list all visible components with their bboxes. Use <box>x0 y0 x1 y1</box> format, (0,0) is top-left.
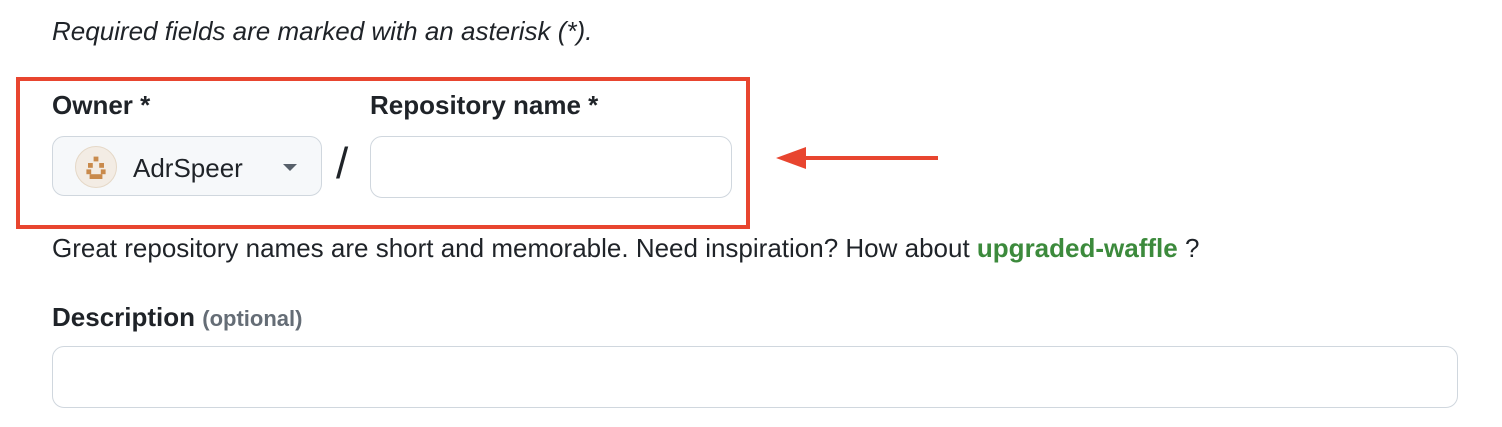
owner-label: Owner * <box>52 90 151 120</box>
repository-name-input[interactable] <box>370 136 732 198</box>
identicon-avatar-icon <box>75 146 117 188</box>
owner-select-button[interactable]: AdrSpeer <box>52 136 322 196</box>
hint-suffix: ? <box>1177 233 1200 263</box>
required-fields-note: Required fields are marked with an aster… <box>52 16 593 46</box>
hint-text: Great repository names are short and mem… <box>52 233 977 263</box>
description-label: Description (optional) <box>52 302 302 333</box>
optional-tag: (optional) <box>202 306 303 331</box>
left-arrow-annotation-icon <box>776 147 938 169</box>
suggested-name-link[interactable]: upgraded-waffle <box>977 233 1178 263</box>
description-label-text: Description <box>52 302 196 332</box>
caret-down-icon <box>283 164 297 171</box>
owner-name: AdrSpeer <box>133 153 243 183</box>
repository-name-label: Repository name * <box>370 90 599 120</box>
repository-name-hint: Great repository names are short and mem… <box>52 233 1199 264</box>
owner-repo-separator: / <box>336 139 349 188</box>
description-input[interactable] <box>52 346 1458 408</box>
